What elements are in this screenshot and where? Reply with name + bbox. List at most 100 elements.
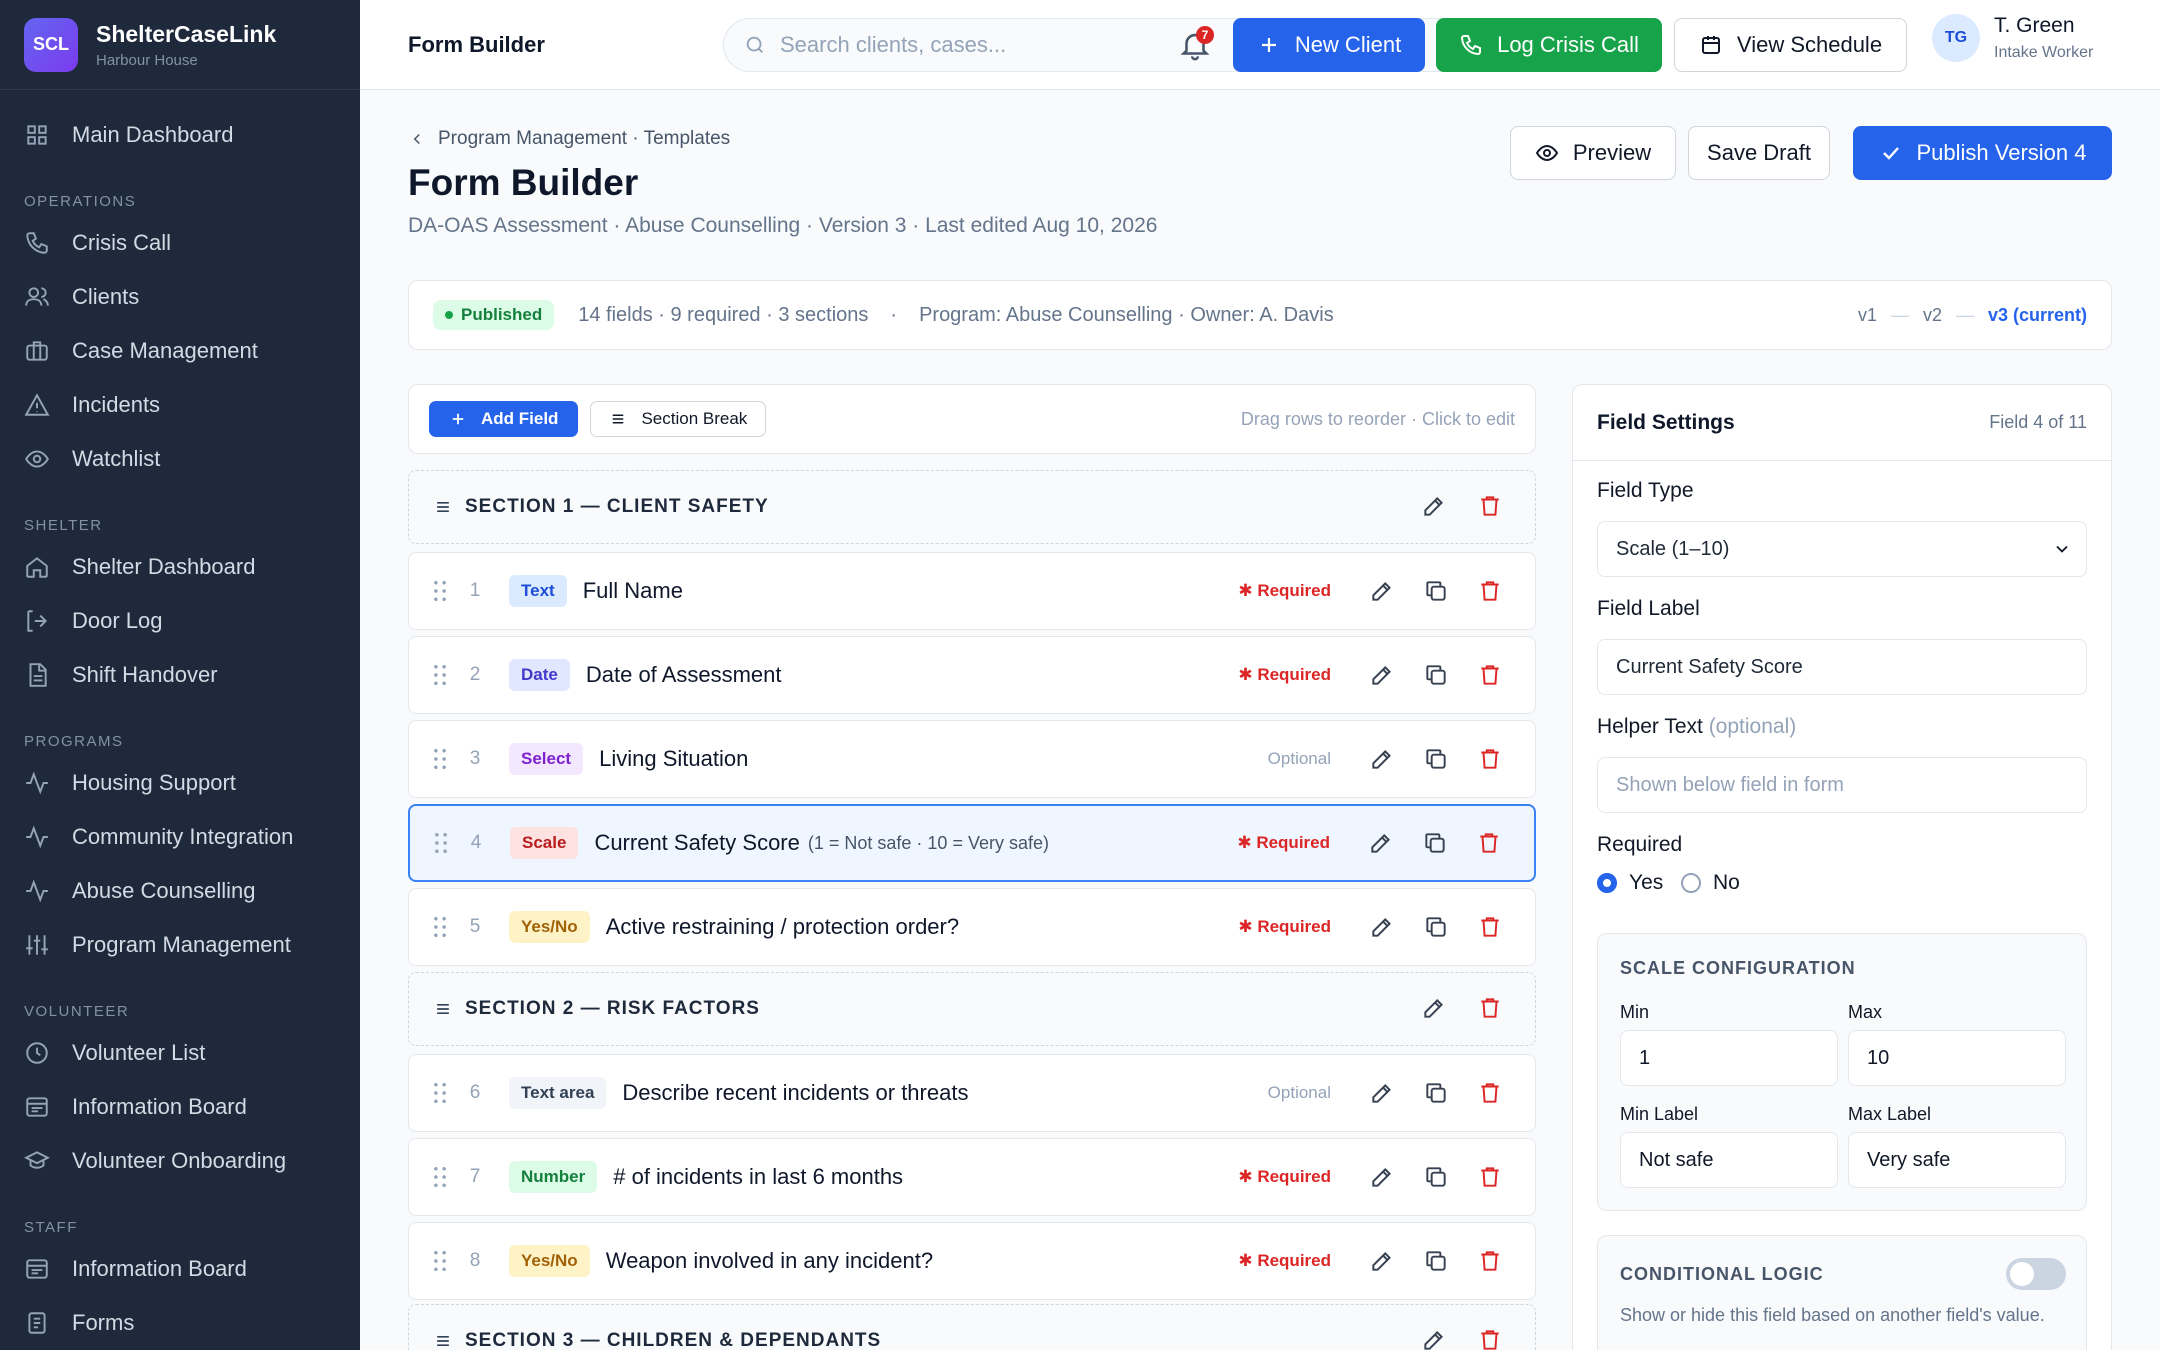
drag-handle-icon[interactable] <box>434 832 448 854</box>
trash-icon[interactable] <box>1477 578 1503 604</box>
trash-icon[interactable] <box>1477 662 1503 688</box>
sidebar-item-forms[interactable]: Forms <box>0 1296 360 1350</box>
sidebar-item-shift-handover[interactable]: Shift Handover <box>0 648 360 702</box>
preview-button[interactable]: Preview <box>1510 126 1676 180</box>
duplicate-icon[interactable] <box>1422 830 1448 856</box>
sidebar-item-shelter-dashboard[interactable]: Shelter Dashboard <box>0 540 360 594</box>
edit-icon[interactable] <box>1421 493 1447 519</box>
publish-button[interactable]: Publish Version 4 <box>1853 126 2112 180</box>
duplicate-icon[interactable] <box>1423 1080 1449 1106</box>
field-row[interactable]: 1 Text Full Name ✱ Required <box>408 552 1536 630</box>
trash-icon[interactable] <box>1477 493 1503 519</box>
max-label-value: Very safe <box>1867 1148 1951 1171</box>
add-field-button[interactable]: Add Field <box>429 401 579 437</box>
drag-handle-icon[interactable] <box>433 916 447 938</box>
edit-icon[interactable] <box>1369 1080 1395 1106</box>
log-crisis-call-button[interactable]: Log Crisis Call <box>1436 18 1662 72</box>
trash-icon[interactable] <box>1477 914 1503 940</box>
sidebar-item-information-board[interactable]: Information Board <box>0 1242 360 1296</box>
section-header[interactable]: SECTION 1 — CLIENT SAFETY <box>408 470 1536 544</box>
trash-icon[interactable] <box>1477 995 1503 1021</box>
breadcrumb[interactable]: Program Management · Templates <box>408 128 730 150</box>
trash-icon[interactable] <box>1477 1080 1503 1106</box>
min-label-input[interactable]: Not safe <box>1620 1132 1838 1188</box>
sidebar-item-information-board[interactable]: Information Board <box>0 1080 360 1134</box>
sidebar-item-door-log[interactable]: Door Log <box>0 594 360 648</box>
section-header[interactable]: SECTION 2 — RISK FACTORS <box>408 972 1536 1046</box>
field-row[interactable]: 6 Text area Describe recent incidents or t… <box>408 1054 1536 1132</box>
sidebar-item-volunteer-onboarding[interactable]: Volunteer Onboarding <box>0 1134 360 1188</box>
sidebar-item-case-management[interactable]: Case Management <box>0 324 360 378</box>
new-client-button[interactable]: New Client <box>1233 18 1425 72</box>
sidebar-item-label: Watchlist <box>72 446 161 471</box>
sidebar-item-incidents[interactable]: Incidents <box>0 378 360 432</box>
sidebar-item-housing-support[interactable]: Housing Support <box>0 756 360 810</box>
edit-icon[interactable] <box>1421 1327 1447 1350</box>
edit-icon[interactable] <box>1369 578 1395 604</box>
edit-icon[interactable] <box>1369 746 1395 772</box>
version-v1[interactable]: v1 <box>1858 305 1877 326</box>
field-row[interactable]: 2 Date Date of Assessment ✱ Required <box>408 636 1536 714</box>
edit-icon[interactable] <box>1421 995 1447 1021</box>
required-yes-radio[interactable]: Yes <box>1597 871 1663 895</box>
field-row[interactable]: 8 Yes/No Weapon involved in any incident? ✱… <box>408 1222 1536 1300</box>
field-label-input[interactable]: Current Safety Score <box>1597 639 2087 695</box>
sidebar-item-label: Incidents <box>72 392 161 417</box>
sidebar-item-label: Shelter Dashboard <box>72 554 256 579</box>
min-input[interactable]: 1 <box>1620 1030 1838 1086</box>
drag-handle-icon[interactable] <box>433 1082 447 1104</box>
sidebar-item-volunteer-list[interactable]: Volunteer List <box>0 1026 360 1080</box>
edit-icon[interactable] <box>1369 1164 1395 1190</box>
sidebar-item-abuse-counselling[interactable]: Abuse Counselling <box>0 864 360 918</box>
drag-handle-icon[interactable] <box>433 1166 447 1188</box>
version-v2[interactable]: v2 <box>1923 305 1942 326</box>
sidebar-item-watchlist[interactable]: Watchlist <box>0 432 360 486</box>
field-row[interactable]: 4 Scale Current Safety Score (1 = Not safe … <box>408 804 1536 882</box>
field-row[interactable]: 3 Select Living Situation Optional <box>408 720 1536 798</box>
user-name: T. Green <box>1994 14 2075 37</box>
field-hint: (1 = Not safe · 10 = Very safe) <box>807 832 1049 853</box>
duplicate-icon[interactable] <box>1423 914 1449 940</box>
duplicate-icon[interactable] <box>1423 1164 1449 1190</box>
save-draft-button[interactable]: Save Draft <box>1688 126 1830 180</box>
drag-handle-icon[interactable] <box>433 748 447 770</box>
edit-icon[interactable] <box>1369 914 1395 940</box>
max-input[interactable]: 10 <box>1848 1030 2066 1086</box>
edit-icon[interactable] <box>1369 662 1395 688</box>
field-type-select[interactable]: Scale (1–10) <box>1597 521 2087 577</box>
drag-handle-icon[interactable] <box>433 580 447 602</box>
trash-icon[interactable] <box>1477 1327 1503 1350</box>
min-label: Min <box>1620 1002 1650 1022</box>
view-schedule-button[interactable]: View Schedule <box>1674 18 1907 72</box>
edit-icon[interactable] <box>1368 830 1394 856</box>
version-v3-current[interactable]: v3 (current) <box>1988 305 2087 326</box>
drag-handle-icon[interactable] <box>433 664 447 686</box>
helper-text-input[interactable]: Shown below field in form <box>1597 757 2087 813</box>
conditional-logic-toggle[interactable] <box>2006 1258 2066 1290</box>
user-menu[interactable]: TG T. Green Intake Worker <box>1932 14 2093 62</box>
duplicate-icon[interactable] <box>1423 662 1449 688</box>
field-number: 4 <box>470 832 482 853</box>
field-label: Date of Assessment <box>585 662 782 687</box>
trash-icon[interactable] <box>1476 830 1502 856</box>
field-row[interactable]: 7 Number # of incidents in last 6 months ✱ … <box>408 1138 1536 1216</box>
field-row[interactable]: 5 Yes/No Active restraining / protection o… <box>408 888 1536 966</box>
sidebar-item-crisis-call[interactable]: Crisis Call <box>0 216 360 270</box>
section-break-button[interactable]: Section Break <box>590 401 767 437</box>
section-header[interactable]: SECTION 3 — CHILDREN & DEPENDANTS <box>408 1304 1536 1350</box>
max-label-input[interactable]: Very safe <box>1848 1132 2066 1188</box>
sidebar-item-main-dashboard[interactable]: Main Dashboard <box>0 108 360 162</box>
sidebar-item-program-management[interactable]: Program Management <box>0 918 360 972</box>
sidebar-item-clients[interactable]: Clients <box>0 270 360 324</box>
sidebar-item-community-integration[interactable]: Community Integration <box>0 810 360 864</box>
trash-icon[interactable] <box>1477 1164 1503 1190</box>
required-no-radio[interactable]: No <box>1681 871 1740 895</box>
duplicate-icon[interactable] <box>1423 1248 1449 1274</box>
trash-icon[interactable] <box>1477 746 1503 772</box>
duplicate-icon[interactable] <box>1423 578 1449 604</box>
edit-icon[interactable] <box>1369 1248 1395 1274</box>
trash-icon[interactable] <box>1477 1248 1503 1274</box>
drag-handle-icon[interactable] <box>433 1250 447 1272</box>
status-badge: Published <box>433 300 555 330</box>
duplicate-icon[interactable] <box>1423 746 1449 772</box>
